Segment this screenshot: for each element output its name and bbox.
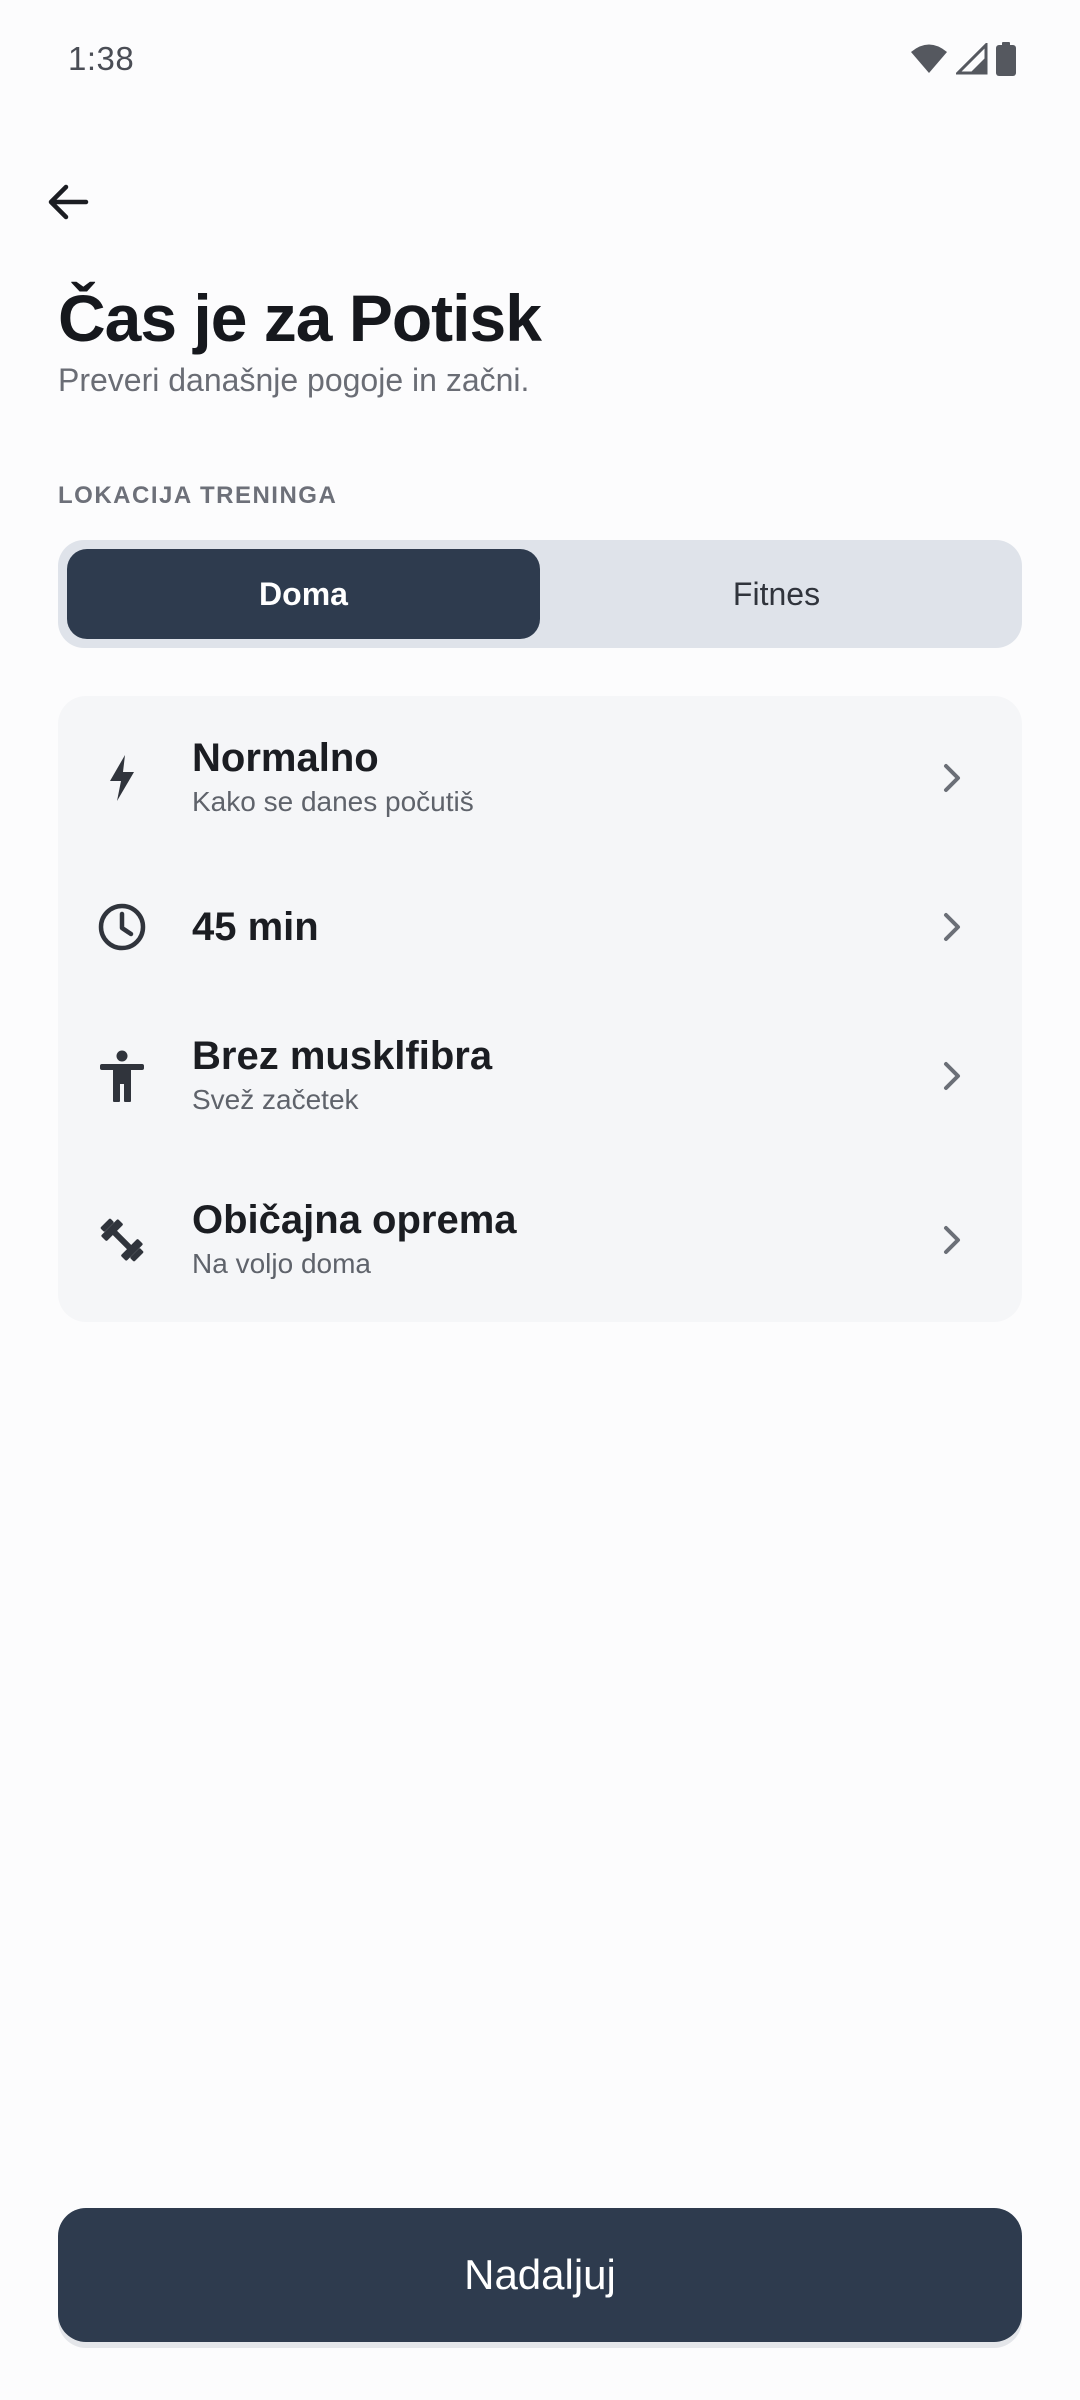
option-row-soreness[interactable]: Brez musklfibra Svež začetek [58,1006,1022,1146]
option-row-energy[interactable]: Normalno Kako se danes počutiš [58,708,1022,848]
option-text-duration: 45 min [192,903,319,951]
continue-button[interactable]: Nadaljuj [58,2208,1022,2342]
status-bar: 1:38 [0,0,1080,126]
chevron-right-icon [932,1056,972,1096]
page-subtitle: Preveri današnje pogoje in začni. [58,362,530,398]
page-title: Čas je za Potisk [58,281,542,355]
lightning-bolt-icon [94,750,150,806]
chevron-right-icon [932,907,972,947]
location-option-home[interactable]: Doma [67,549,540,639]
location-section-label: LOKACIJA TRENINGA [58,482,338,509]
dumbbell-icon [94,1212,150,1268]
option-subtitle: Svež začetek [192,1084,359,1115]
back-button[interactable] [32,168,104,240]
wifi-icon [910,43,948,75]
location-option-gym[interactable]: Fitnes [540,549,1013,639]
chevron-right-icon [932,1220,972,1260]
option-title: 45 min [192,905,319,949]
clock-icon [94,899,150,955]
cellular-signal-icon [956,43,988,75]
battery-icon [996,42,1016,76]
option-text-equipment: Običajna oprema Na voljo doma [192,1196,517,1282]
option-row-equipment[interactable]: Običajna oprema Na voljo doma [58,1170,1022,1310]
option-subtitle: Na voljo doma [192,1248,371,1279]
chevron-right-icon [932,758,972,798]
option-subtitle: Kako se danes počutiš [192,786,474,817]
option-row-duration[interactable]: 45 min [58,857,1022,997]
option-title: Običajna oprema [192,1198,517,1242]
location-segmented-control: Doma Fitnes [58,540,1022,648]
option-title: Brez musklfibra [192,1034,493,1078]
option-title: Normalno [192,736,379,780]
arrow-left-icon [46,182,90,227]
status-time: 1:38 [68,40,135,77]
status-icons [910,42,1016,76]
person-icon [94,1048,150,1104]
option-text-energy: Normalno Kako se danes počutiš [192,734,474,820]
option-text-soreness: Brez musklfibra Svež začetek [192,1032,492,1118]
workout-options-card: Normalno Kako se danes počutiš 45 min Br… [58,696,1022,1322]
